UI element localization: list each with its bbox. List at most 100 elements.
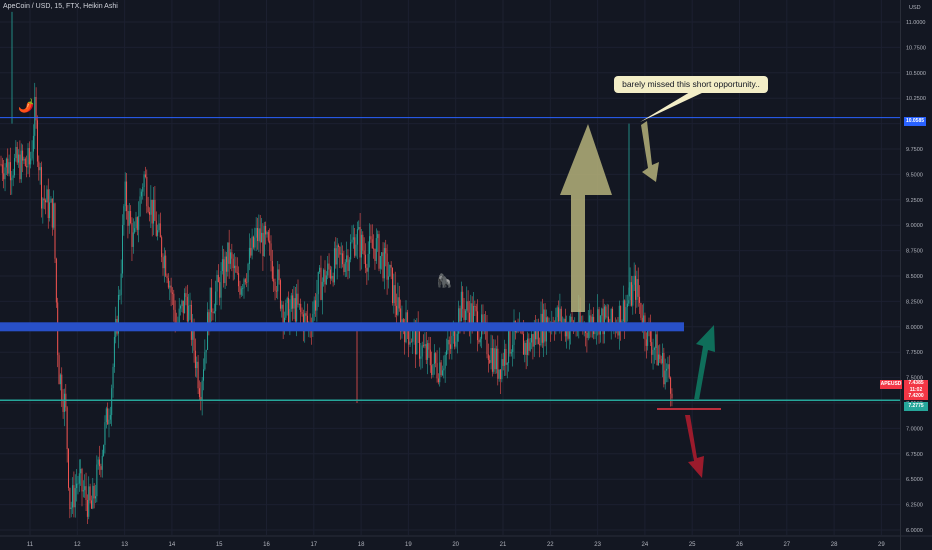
candle-body <box>571 316 573 322</box>
candle-body <box>278 269 280 281</box>
time-tick-label: 11 <box>27 542 34 548</box>
candle-body <box>421 345 423 357</box>
candle-body <box>205 349 207 353</box>
price-chart[interactable]: 11.000010.750010.500010.250010.00009.750… <box>0 0 932 550</box>
candle-body <box>72 485 74 508</box>
candle-body <box>63 393 65 412</box>
candle-body <box>431 365 433 375</box>
candle-body <box>381 252 383 257</box>
candle-body <box>412 330 414 342</box>
candle-body <box>637 279 639 297</box>
candle-body <box>246 282 248 283</box>
resistance-band <box>0 322 684 332</box>
candle-body <box>103 444 105 456</box>
candle-body <box>667 364 669 369</box>
candle-body <box>556 307 558 318</box>
candle-body <box>293 298 295 309</box>
candle-body <box>97 459 99 465</box>
candle-body <box>529 342 531 351</box>
time-tick-label: 28 <box>831 542 838 548</box>
candle-body <box>149 211 150 215</box>
time-tick-label: 23 <box>594 542 601 548</box>
candle-body <box>239 286 241 295</box>
time-tick-label: 12 <box>74 542 81 548</box>
candle-body <box>297 293 299 305</box>
candle-body <box>397 297 399 315</box>
candle-body <box>85 486 87 500</box>
candle-body <box>356 229 358 245</box>
candle-body <box>466 301 468 311</box>
candle-body <box>180 306 182 309</box>
candle-body <box>178 308 180 323</box>
candle-body <box>528 338 530 351</box>
candle-body <box>5 158 7 168</box>
candle-body <box>448 339 450 345</box>
candle-body <box>370 236 372 240</box>
candle-body <box>254 237 256 248</box>
candle-body <box>223 259 225 284</box>
candle-body <box>436 363 438 379</box>
candle-body <box>533 329 535 347</box>
candle-body <box>396 305 398 315</box>
candle-body <box>387 276 389 280</box>
candle-body <box>500 369 501 380</box>
candle-body <box>31 151 33 159</box>
candle-body <box>424 344 426 347</box>
candle-body <box>231 252 233 259</box>
candle-body <box>478 340 480 343</box>
symbol-tag: APEUSD <box>880 380 902 389</box>
candle-body <box>435 353 437 364</box>
time-tick-label: 22 <box>547 542 554 548</box>
candle-body <box>558 307 560 322</box>
candle-body <box>338 245 339 247</box>
candle-body <box>605 306 607 318</box>
candle-body <box>3 173 5 180</box>
candle-body <box>350 242 352 260</box>
candle-body <box>196 361 198 369</box>
candle-body <box>34 97 36 136</box>
candle-body <box>54 203 56 259</box>
candle-body <box>220 271 222 298</box>
candle-body <box>333 248 335 283</box>
candle-body <box>232 258 234 269</box>
candle-body <box>651 342 653 355</box>
candle-body <box>244 279 246 283</box>
candle-body <box>153 199 155 224</box>
candle-body <box>639 296 641 303</box>
candle-body <box>348 259 350 271</box>
candle-body <box>88 486 90 517</box>
candle-body <box>531 334 533 343</box>
candle-body <box>236 272 238 274</box>
candle-body <box>100 466 102 470</box>
candle-body <box>559 308 561 322</box>
candle-body <box>86 499 88 517</box>
candle-body <box>124 181 126 207</box>
price-axis[interactable]: USD <box>900 0 932 550</box>
candle-body <box>663 353 665 385</box>
candle-body <box>656 334 658 366</box>
candle-body <box>242 288 244 290</box>
candle-body <box>510 351 512 354</box>
candle-body <box>188 305 190 322</box>
candle-body <box>521 331 523 334</box>
candle-body <box>382 252 384 279</box>
candle-body <box>419 331 420 359</box>
candle-body <box>539 344 541 346</box>
candle-body <box>606 316 608 318</box>
candle-body <box>279 280 281 309</box>
candle-body <box>11 177 13 181</box>
candle-body <box>270 243 272 262</box>
time-tick-label: 27 <box>783 542 790 548</box>
candle-body <box>227 242 229 272</box>
candle-body <box>59 374 61 385</box>
candle-body <box>258 228 260 242</box>
candle-body <box>668 364 670 378</box>
candle-body <box>282 304 284 325</box>
candle-body <box>655 334 657 348</box>
candle-body <box>358 227 360 230</box>
horizontal-line-price-tag: 10.0585 <box>904 117 926 126</box>
candle-body <box>467 301 469 313</box>
candle-body <box>502 359 504 366</box>
candle-body <box>636 279 638 300</box>
candle-body <box>203 369 204 381</box>
